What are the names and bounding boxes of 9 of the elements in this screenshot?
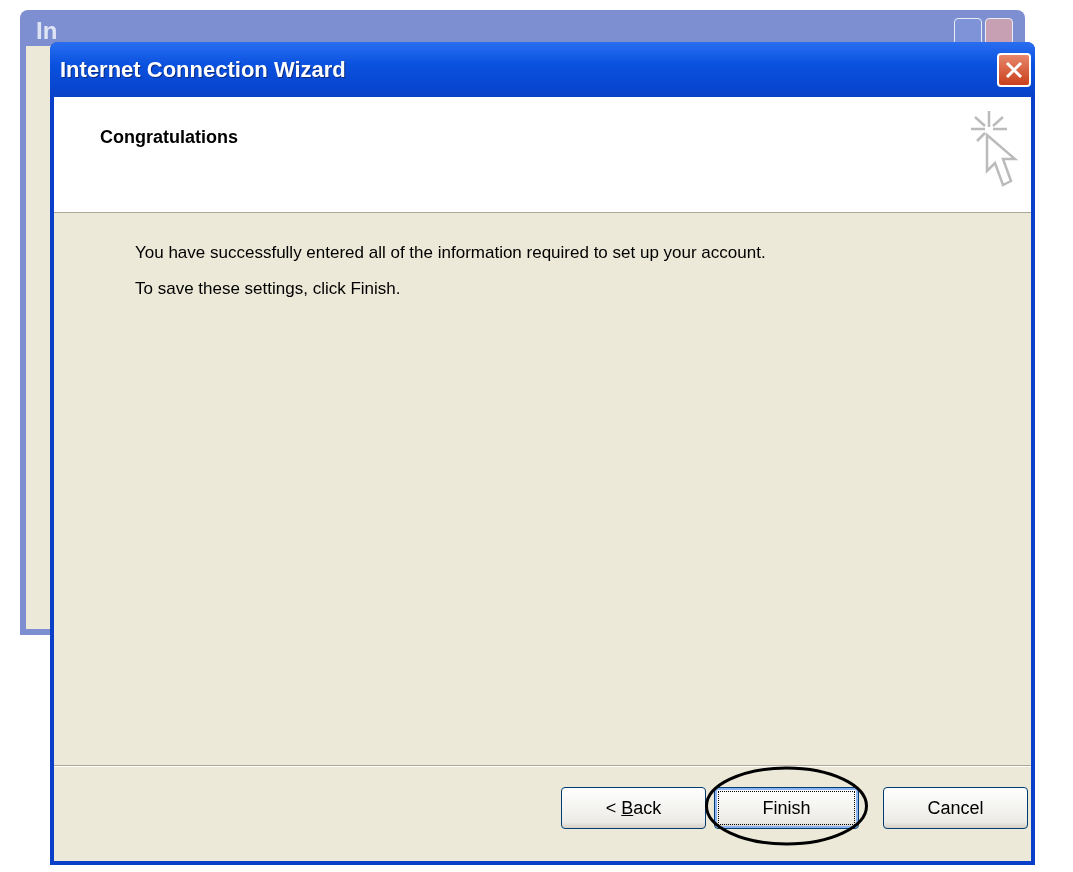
page-title: Congratulations — [100, 127, 238, 149]
wizard-button[interactable]: < Back — [561, 787, 706, 829]
message-text: To save these settings, click Finish. — [135, 279, 402, 299]
window-title: Internet Connection Wizard — [60, 56, 346, 83]
message-text: You have successfully entered all of the information required to set up your account. — [135, 243, 767, 263]
wizard-button[interactable]: Finish — [714, 787, 859, 829]
wizard-button[interactable]: Cancel — [883, 787, 1028, 829]
close-icon — [1004, 59, 1024, 80]
window-title: In — [36, 18, 58, 44]
